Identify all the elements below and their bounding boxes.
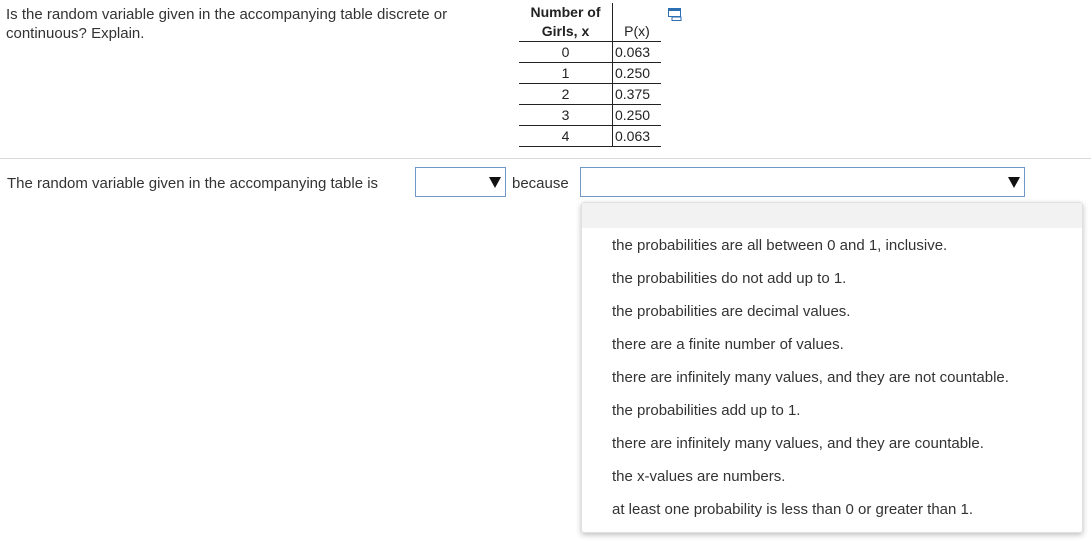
probability-table: Number of Girls, x P(x) 0 0.063 1 0.250 … — [519, 3, 661, 147]
discrete-continuous-select[interactable] — [415, 167, 506, 197]
because-label: because — [512, 175, 569, 192]
dropdown-option[interactable]: there are infinitely many values, and th… — [582, 361, 1082, 394]
table-row: 2 0.375 — [519, 83, 661, 105]
chevron-down-icon[interactable] — [489, 177, 501, 188]
answer-prefix: The random variable given in the accompa… — [7, 175, 379, 192]
table-row: 1 0.250 — [519, 62, 661, 84]
dropdown-option[interactable]: the x-values are numbers. — [582, 460, 1082, 493]
column-header-girls-line1: Number of — [530, 4, 601, 20]
table-row: 4 0.063 — [519, 125, 661, 147]
cell-p: 0.063 — [612, 125, 661, 147]
column-header-probability: P(x) — [612, 3, 661, 42]
chevron-down-icon[interactable] — [1008, 177, 1020, 188]
cell-x: 3 — [519, 104, 613, 126]
table-row: 3 0.250 — [519, 104, 661, 126]
cell-p: 0.063 — [612, 41, 661, 63]
column-header-girls-line2: Girls, x — [541, 23, 590, 39]
dropdown-option[interactable]: there are infinitely many values, and th… — [582, 427, 1082, 460]
cell-x: 1 — [519, 62, 613, 84]
dropdown-blank-option[interactable] — [582, 203, 1082, 228]
reason-select[interactable] — [580, 167, 1025, 197]
cell-x: 0 — [519, 41, 613, 63]
cell-p: 0.250 — [612, 62, 661, 84]
cell-p: 0.250 — [612, 104, 661, 126]
column-header-girls: Number of Girls, x — [519, 3, 613, 42]
reason-dropdown-menu: the probabilities are all between 0 and … — [581, 202, 1083, 533]
divider — [0, 158, 1091, 159]
cell-p: 0.375 — [612, 83, 661, 105]
dropdown-option[interactable]: the probabilities add up to 1. — [582, 394, 1082, 427]
dropdown-option[interactable]: there are a finite number of values. — [582, 328, 1082, 361]
cell-x: 4 — [519, 125, 613, 147]
dropdown-option[interactable]: the probabilities do not add up to 1. — [582, 262, 1082, 295]
question-text: Is the random variable given in the acco… — [6, 6, 448, 42]
table-row: 0 0.063 — [519, 41, 661, 63]
dropdown-option[interactable]: the probabilities are all between 0 and … — [582, 229, 1082, 262]
cell-x: 2 — [519, 83, 613, 105]
dropdown-option[interactable]: the probabilities are decimal values. — [582, 295, 1082, 328]
popout-window-icon[interactable] — [668, 8, 682, 21]
dropdown-option[interactable]: at least one probability is less than 0 … — [582, 493, 1082, 526]
